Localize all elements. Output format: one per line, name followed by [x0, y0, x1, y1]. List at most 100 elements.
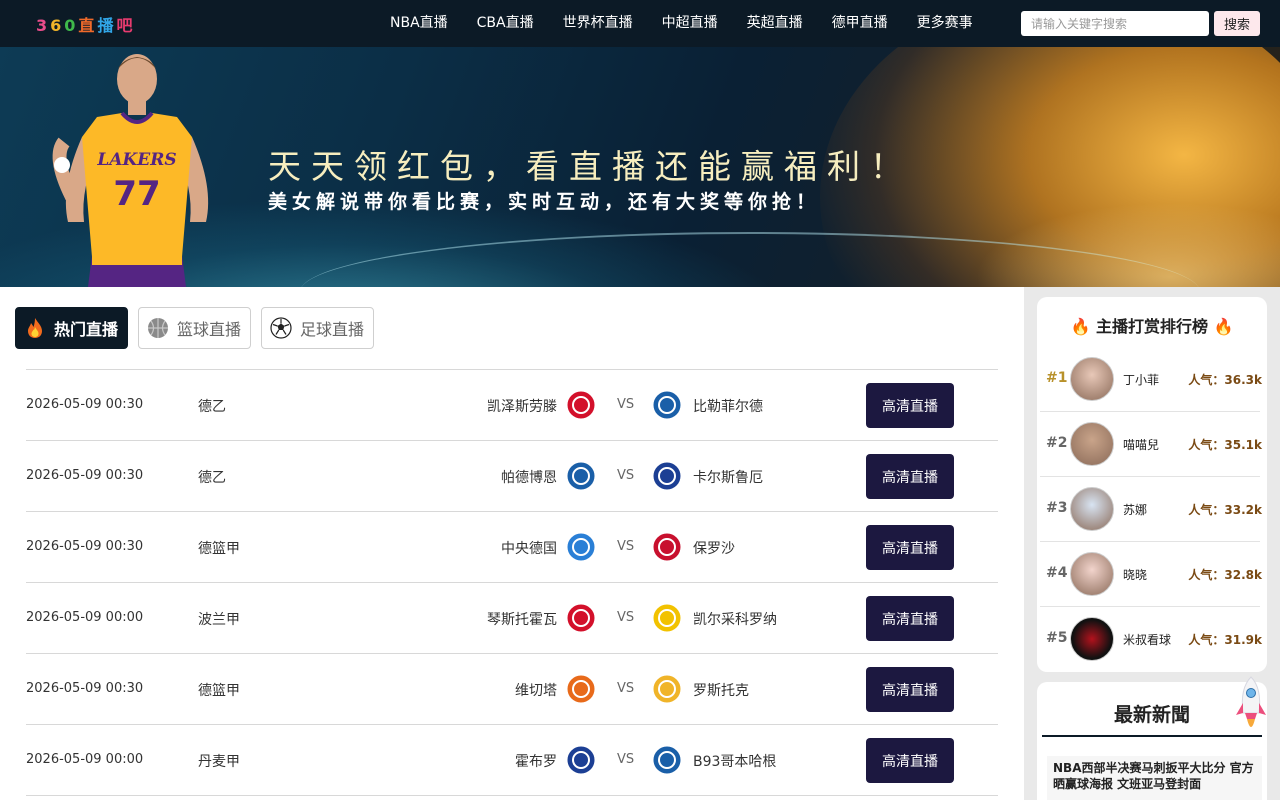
home-team-logo [566, 603, 596, 633]
home-team-badge-icon [566, 674, 596, 704]
nav-cba[interactable]: CBA直播 [477, 0, 534, 47]
fire-icon: 🔥 [1213, 317, 1234, 336]
avatar[interactable] [1070, 617, 1114, 661]
popularity-value: 人气：32.8k [1188, 566, 1262, 583]
streamer-name[interactable]: 喵喵兒 [1123, 436, 1159, 453]
nav-world-cup[interactable]: 世界杯直播 [563, 0, 633, 47]
logo-char: 6 [50, 16, 65, 35]
hd-live-button[interactable]: 高清直播 [866, 596, 954, 641]
popularity-label: 人气： [1188, 568, 1225, 582]
hd-live-button[interactable]: 高清直播 [866, 738, 954, 783]
basketball-player-image: LAKERS 77 [52, 54, 209, 287]
popularity-label: 人气： [1188, 373, 1225, 387]
match-time: 2026-05-09 00:30 [26, 397, 144, 412]
search-button[interactable]: 搜索 [1214, 11, 1260, 36]
away-team-logo [652, 390, 682, 420]
popularity-value: 人气：33.2k [1188, 501, 1262, 518]
nav-bundesliga[interactable]: 德甲直播 [832, 0, 888, 47]
match-time: 2026-05-09 00:30 [26, 681, 144, 696]
avatar[interactable] [1070, 357, 1114, 401]
promo-banner[interactable]: LAKERS 77 天天领红包，看直播还能赢福利！ 美女解说带你看比赛，实时互动… [0, 47, 1280, 287]
latest-news-card: 最新新聞 NBA西部半决赛马刺扳平大比分 官方晒赢球海报 文班亚马登封面 [1037, 682, 1267, 800]
home-team-name: 凯泽斯劳滕 [487, 399, 557, 415]
search-input[interactable] [1021, 11, 1209, 36]
home-team-logo [566, 532, 596, 562]
avatar[interactable] [1070, 422, 1114, 466]
logo-char: 播 [97, 16, 117, 35]
home-team-logo [566, 461, 596, 491]
away-team-name: 比勒菲尔德 [693, 399, 763, 415]
home-team-badge-icon [566, 603, 596, 633]
ranking-row[interactable]: #4 晓晓 人气：32.8k [1040, 542, 1262, 607]
nav-nba[interactable]: NBA直播 [390, 0, 448, 47]
popularity-value: 人气：31.9k [1188, 631, 1262, 648]
vs-label: VS [617, 539, 635, 554]
ranking-number: #3 [1046, 500, 1068, 516]
away-team-name: 卡尔斯鲁厄 [693, 470, 763, 486]
site-logo[interactable]: 360直播吧 [36, 12, 135, 36]
away-team-badge-icon [652, 461, 682, 491]
fire-icon [28, 318, 42, 338]
ranking-number: #5 [1046, 630, 1068, 646]
vs-label: VS [617, 397, 635, 412]
back-to-top-rocket-icon[interactable] [1234, 675, 1268, 735]
popularity-label: 人气： [1188, 633, 1225, 647]
match-league: 德乙 [198, 399, 226, 415]
nav-premier-league[interactable]: 英超直播 [747, 0, 803, 47]
home-team-badge-icon [566, 461, 596, 491]
logo-char: 吧 [116, 16, 136, 35]
ranking-number: #2 [1046, 435, 1068, 451]
category-tabs: 热门直播 篮球直播 足球直播 [15, 307, 384, 349]
match-time: 2026-05-09 00:00 [26, 610, 144, 625]
match-list: 2026-05-09 00:30 德乙 凯泽斯劳滕 VS 比勒菲尔德 高清直播 2026-0… [26, 369, 998, 796]
hd-live-button[interactable]: 高清直播 [866, 454, 954, 499]
away-team-logo [652, 603, 682, 633]
avatar[interactable] [1070, 552, 1114, 596]
match-time: 2026-05-09 00:00 [26, 752, 144, 767]
streamer-name[interactable]: 晓晓 [1123, 566, 1147, 583]
hd-live-button[interactable]: 高清直播 [866, 525, 954, 570]
streamer-name[interactable]: 米叔看球 [1123, 631, 1171, 648]
ranking-row[interactable]: #3 苏娜 人气：33.2k [1040, 477, 1262, 542]
home-team-logo [566, 674, 596, 704]
streamer-name[interactable]: 丁小菲 [1123, 371, 1159, 388]
popularity-number: 35.1k [1224, 438, 1262, 452]
logo-char: 0 [64, 16, 79, 35]
home-team-name: 中央德国 [501, 541, 557, 557]
vs-label: VS [617, 610, 635, 625]
away-team-badge-icon [652, 603, 682, 633]
match-row: 2026-05-09 00:30 德篮甲 中央德国 VS 保罗沙 高清直播 [26, 512, 998, 583]
svg-text:77: 77 [113, 174, 160, 214]
banner-subtitle: 美女解说带你看比赛，实时互动，还有大奖等你抢！ [268, 191, 821, 213]
fire-icon: 🔥 [1070, 317, 1091, 336]
away-team-badge-icon [652, 674, 682, 704]
hd-live-button[interactable]: 高清直播 [866, 667, 954, 712]
ranking-row[interactable]: #5 米叔看球 人气：31.9k [1040, 607, 1262, 672]
tab-hot-live[interactable]: 热门直播 [15, 307, 129, 349]
avatar[interactable] [1070, 487, 1114, 531]
soccer-ball-icon [270, 317, 292, 339]
ranking-row[interactable]: #2 喵喵兒 人气：35.1k [1040, 412, 1262, 477]
vs-label: VS [617, 468, 635, 483]
nav-csl[interactable]: 中超直播 [662, 0, 718, 47]
away-team-badge-icon [652, 745, 682, 775]
nav-more-events[interactable]: 更多赛事 [917, 0, 973, 47]
news-item[interactable]: NBA西部半决赛马刺扳平大比分 官方晒赢球海报 文班亚马登封面 [1047, 756, 1262, 800]
popularity-label: 人气： [1188, 438, 1225, 452]
home-team-logo [566, 390, 596, 420]
hd-live-button[interactable]: 高清直播 [866, 383, 954, 428]
away-team-name: 凯尔采科罗纳 [693, 612, 777, 628]
tab-football-live[interactable]: 足球直播 [261, 307, 375, 349]
popularity-number: 32.8k [1224, 568, 1262, 582]
tab-basketball-live[interactable]: 篮球直播 [138, 307, 252, 349]
match-league: 丹麦甲 [198, 754, 240, 770]
match-row: 2026-05-09 00:00 丹麦甲 霍布罗 VS B93哥本哈根 高清直播 [26, 725, 998, 796]
match-league: 德篮甲 [198, 541, 240, 557]
tab-football-live-label: 足球直播 [300, 320, 365, 339]
match-row: 2026-05-09 00:30 德乙 帕德博恩 VS 卡尔斯鲁厄 高清直播 [26, 441, 998, 512]
ranking-row[interactable]: #1 丁小菲 人气：36.3k [1040, 347, 1262, 412]
streamer-name[interactable]: 苏娜 [1123, 501, 1147, 518]
tab-basketball-live-label: 篮球直播 [177, 320, 242, 339]
ranking-title: 🔥 主播打赏排行榜 🔥 [1037, 313, 1267, 337]
away-team-logo [652, 745, 682, 775]
